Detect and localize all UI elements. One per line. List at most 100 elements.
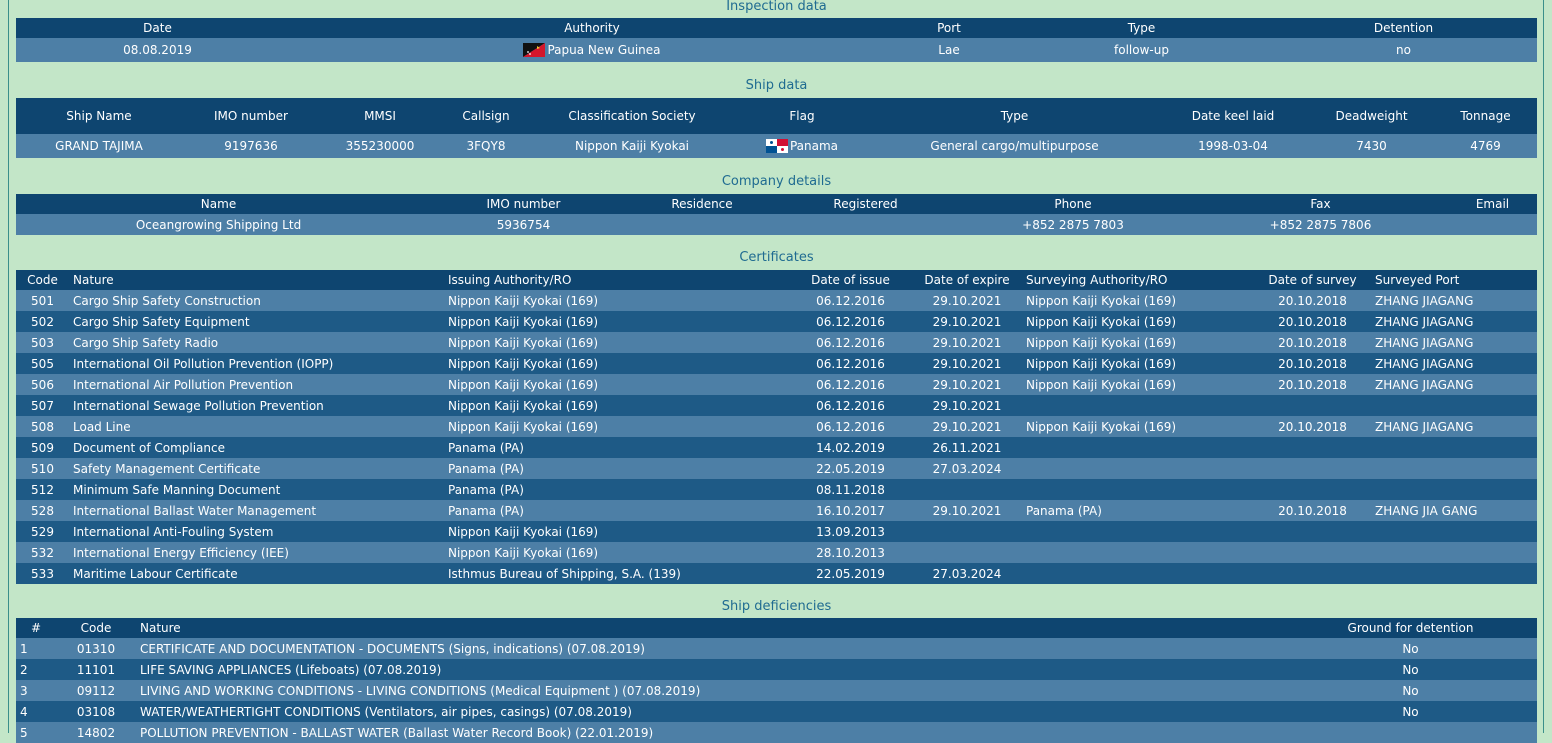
certificate-row-port (1371, 542, 1537, 563)
header-company-name: Name (16, 194, 421, 214)
company-name: Oceangrowing Shipping Ltd (16, 214, 421, 235)
certificate-row-survey: 20.10.2018 (1254, 353, 1371, 374)
certificate-row-issuer: Panama (PA) (444, 479, 789, 500)
ship-keel: 1998-03-04 (1157, 134, 1309, 158)
certificate-row-port: ZHANG JIAGANG (1371, 290, 1537, 311)
certificate-row-expire: 29.10.2021 (912, 290, 1022, 311)
company-table: Name IMO number Residence Registered Pho… (16, 194, 1537, 235)
certificate-row: 506 International Air Pollution Preventio… (16, 374, 1537, 395)
header-tonnage: Tonnage (1434, 98, 1537, 134)
header-fax: Fax (1193, 194, 1448, 214)
inspection-title: Inspection data (726, 0, 827, 14)
ship-title: Ship data (745, 78, 808, 93)
company-imo: 5936754 (421, 214, 626, 235)
certificate-row-survey: 20.10.2018 (1254, 500, 1371, 521)
header-ship-type: Type (872, 98, 1157, 134)
header-ship-name: Ship Name (16, 98, 182, 134)
certificate-row-nature: Safety Management Certificate (69, 458, 444, 479)
inspection-row: 08.08.2019 Papua New Guinea Lae follow-u… (16, 38, 1537, 62)
certificate-row-expire: 29.10.2021 (912, 500, 1022, 521)
ship-class: Nippon Kaiji Kyokai (532, 134, 732, 158)
ship-tonnage: 4769 (1434, 134, 1537, 158)
certificate-row: 503 Cargo Ship Safety Radio Nippon Kaiji K… (16, 332, 1537, 353)
ship-row: GRAND TAJIMA 9197636 355230000 3FQY8 Nip… (16, 134, 1537, 158)
certificate-row-expire: 29.10.2021 (912, 416, 1022, 437)
panama-flag-icon (765, 139, 788, 153)
certificate-row-issuer: Nippon Kaiji Kyokai (169) (444, 290, 789, 311)
certificate-row-code: 508 (16, 416, 69, 437)
deficiency-row-n: 2 (16, 659, 56, 680)
certificate-row-survey (1254, 395, 1371, 416)
certificate-row-nature: Minimum Safe Manning Document (69, 479, 444, 500)
certificate-row: 509 Document of Compliance Panama (PA) 14.0… (16, 437, 1537, 458)
certificate-row-port: ZHANG JIAGANG (1371, 332, 1537, 353)
certificate-row-issue: 08.11.2018 (789, 479, 912, 500)
inspection-table: Date Authority Port Type Detention 08.08… (16, 18, 1537, 62)
deficiencies-table: # Code Nature Ground for detention 1 0131… (16, 618, 1537, 743)
header-authority: Authority (299, 18, 885, 38)
certificate-row-surveyor: Panama (PA) (1022, 500, 1254, 521)
company-email (1448, 214, 1537, 235)
certificate-row-surveyor (1022, 542, 1254, 563)
company-residence (626, 214, 778, 235)
header-code: Code (16, 270, 69, 290)
certificate-row-survey: 20.10.2018 (1254, 311, 1371, 332)
certificate-row-code: 529 (16, 521, 69, 542)
certificate-row: 533 Maritime Labour Certificate Isthmus Bu… (16, 563, 1537, 584)
certificate-row-survey (1254, 563, 1371, 584)
certificate-row-survey (1254, 437, 1371, 458)
header-surveyor: Surveying Authority/RO (1022, 270, 1254, 290)
header-survey-port: Surveyed Port (1371, 270, 1537, 290)
certificate-row-expire: 29.10.2021 (912, 374, 1022, 395)
certificate-row-expire: 26.11.2021 (912, 437, 1022, 458)
certificate-row-code: 532 (16, 542, 69, 563)
certificate-row-survey: 20.10.2018 (1254, 290, 1371, 311)
certificate-row-port: ZHANG JIAGANG (1371, 374, 1537, 395)
company-row: Oceangrowing Shipping Ltd 5936754 +852 2… (16, 214, 1537, 235)
certificate-row: 529 International Anti-Fouling System Nipp… (16, 521, 1537, 542)
certificate-row-issuer: Panama (PA) (444, 500, 789, 521)
certificate-row-expire: 29.10.2021 (912, 353, 1022, 374)
header-expire-date: Date of expire (912, 270, 1022, 290)
certificate-row-issue: 06.12.2016 (789, 374, 912, 395)
certificate-row-expire (912, 542, 1022, 563)
certificate-row-nature: Document of Compliance (69, 437, 444, 458)
certificate-row-expire: 29.10.2021 (912, 311, 1022, 332)
header-company-imo: IMO number (421, 194, 626, 214)
certificate-row-issuer: Panama (PA) (444, 458, 789, 479)
certificate-row-nature: International Anti-Fouling System (69, 521, 444, 542)
header-issuer: Issuing Authority/RO (444, 270, 789, 290)
certificate-row-expire: 29.10.2021 (912, 332, 1022, 353)
certificate-row: 507 International Sewage Pollution Preven… (16, 395, 1537, 416)
company-phone: +852 2875 7803 (953, 214, 1193, 235)
flag-name: Panama (789, 139, 839, 153)
header-def-code: Code (56, 618, 136, 638)
deficiency-row-code: 03108 (56, 701, 136, 722)
certificate-row-surveyor (1022, 479, 1254, 500)
deficiencies-title: Ship deficiencies (721, 599, 832, 614)
deficiency-row-code: 01310 (56, 638, 136, 659)
certificate-row-surveyor (1022, 458, 1254, 479)
certificate-row-issuer: Nippon Kaiji Kyokai (169) (444, 332, 789, 353)
certificate-row-surveyor: Nippon Kaiji Kyokai (169) (1022, 416, 1254, 437)
certificate-row-issue: 22.05.2019 (789, 458, 912, 479)
certificate-row-port (1371, 521, 1537, 542)
certificate-row-code: 505 (16, 353, 69, 374)
deficiency-row-code: 11101 (56, 659, 136, 680)
certificate-row-issue: 06.12.2016 (789, 395, 912, 416)
deficiency-row-n: 1 (16, 638, 56, 659)
deficiency-row-nature: CERTIFICATE AND DOCUMENTATION - DOCUMENT… (136, 638, 1284, 659)
certificate-row: 508 Load Line Nippon Kaiji Kyokai (169) 06.… (16, 416, 1537, 437)
certificate-row-nature: Cargo Ship Safety Construction (69, 290, 444, 311)
deficiency-row-ground: No (1284, 659, 1537, 680)
certificate-row-nature: International Oil Pollution Prevention (… (69, 353, 444, 374)
certificate-row-surveyor: Nippon Kaiji Kyokai (169) (1022, 311, 1254, 332)
certificate-row-issuer: Nippon Kaiji Kyokai (169) (444, 521, 789, 542)
certificate-row-issue: 22.05.2019 (789, 563, 912, 584)
certificates-title: Certificates (739, 250, 814, 265)
ship-table: Ship Name IMO number MMSI Callsign Class… (16, 98, 1537, 158)
certificate-row-issue: 06.12.2016 (789, 311, 912, 332)
certificate-row-port: ZHANG JIAGANG (1371, 353, 1537, 374)
certificate-row-survey: 20.10.2018 (1254, 416, 1371, 437)
header-flag: Flag (732, 98, 872, 134)
